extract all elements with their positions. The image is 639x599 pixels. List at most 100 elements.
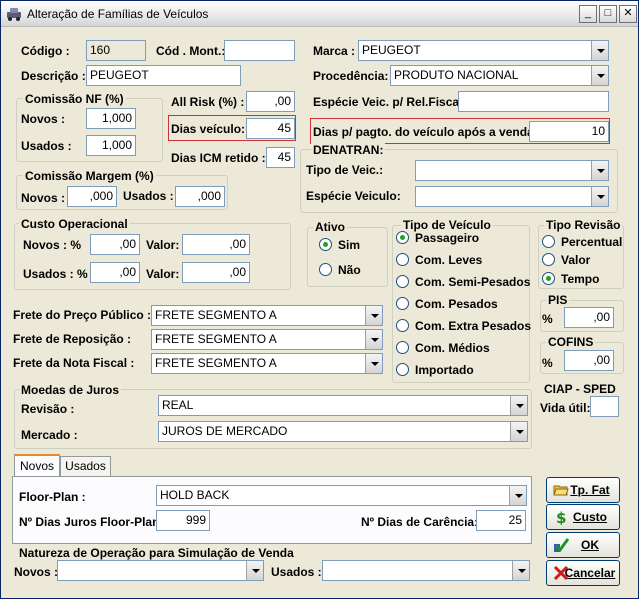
comissao-nf-usados-label: Usados : [21, 139, 72, 153]
revisao-option-label: Percentual [561, 235, 623, 249]
denatran-tipo-label: Tipo de Veic.: [306, 163, 384, 177]
custo-novos-pct-field[interactable]: ,00 [90, 234, 140, 255]
frete-preco-publico-select[interactable]: FRETE SEGMENTO A [151, 305, 383, 326]
chevron-down-icon[interactable] [510, 422, 527, 441]
pis-field[interactable]: ,00 [564, 307, 614, 328]
chevron-down-icon[interactable] [591, 161, 608, 180]
descricao-label: Descrição : [21, 69, 86, 83]
revisao-valor-radio[interactable]: Valor [542, 253, 590, 267]
tipo-leves-radio[interactable]: Com. Leves [396, 253, 482, 267]
cod-mont-field[interactable] [224, 40, 295, 61]
frete-nota-fiscal-select[interactable]: FRETE SEGMENTO A [151, 353, 383, 374]
tipo-veiculo-title: Tipo de Veículo [401, 218, 493, 232]
moedas-revisao-select[interactable]: REAL [158, 395, 528, 416]
dias-carencia-field[interactable]: 25 [476, 510, 526, 531]
radio-icon [542, 253, 555, 266]
frete-reposicao-select[interactable]: FRETE SEGMENTO A [151, 329, 383, 350]
custo-usados-valor-label: Valor: [146, 267, 180, 281]
tipo-passageiro-radio[interactable]: Passageiro [396, 231, 479, 245]
especie-fiscal-field[interactable] [458, 91, 609, 112]
tipo-revisao-title: Tipo Revisão [544, 218, 623, 232]
all-risk-field[interactable]: ,00 [246, 91, 295, 112]
tipo-option-label: Passageiro [415, 231, 480, 245]
chevron-down-icon[interactable] [512, 561, 529, 580]
tab-usados[interactable]: Usados [60, 456, 111, 476]
radio-icon [396, 341, 409, 354]
title-bar[interactable]: Alteração de Famílias de Veículos _ □ ✕ [1, 1, 638, 27]
ativo-group [307, 227, 388, 287]
maximize-button[interactable]: □ [599, 5, 617, 23]
dias-pagto-field[interactable]: 10 [529, 121, 609, 142]
revisao-tempo-radio[interactable]: Tempo [542, 272, 599, 286]
comissao-margem-novos-field[interactable]: ,000 [67, 186, 117, 207]
radio-icon [396, 297, 409, 310]
comissao-margem-usados-field[interactable]: ,000 [175, 186, 225, 207]
radio-icon [319, 263, 332, 276]
chevron-down-icon[interactable] [365, 330, 382, 349]
custo-novos-valor-field[interactable]: ,00 [182, 234, 250, 255]
chevron-down-icon[interactable] [365, 354, 382, 373]
tipo-importado-radio[interactable]: Importado [396, 363, 474, 377]
ciap-vida-field[interactable] [590, 396, 619, 417]
tipo-option-label: Importado [415, 363, 474, 377]
tipo-option-label: Com. Semi-Pesados [415, 275, 531, 289]
cancelar-button[interactable]: Cancelar [546, 560, 620, 586]
tab-novos[interactable]: Novos [14, 454, 60, 476]
custo-usados-valor-field[interactable]: ,00 [182, 262, 250, 283]
close-button[interactable]: ✕ [619, 5, 637, 23]
radio-selected-icon [319, 238, 332, 251]
tp-fat-button[interactable]: Tp. Fat [546, 477, 620, 503]
natureza-usados-select[interactable] [322, 560, 530, 581]
main-window: Alteração de Famílias de Veículos _ □ ✕ … [0, 0, 639, 599]
denatran-especie-select[interactable] [415, 186, 609, 207]
moedas-mercado-label: Mercado : [21, 428, 78, 442]
revisao-option-label: Tempo [561, 272, 600, 286]
custo-button[interactable]: $ Custo [546, 504, 620, 530]
natureza-novos-select[interactable] [57, 560, 264, 581]
ativo-sim-radio[interactable]: Sim [319, 238, 360, 252]
dias-juros-field[interactable]: 999 [156, 510, 210, 531]
marca-select[interactable]: PEUGEOT [358, 40, 609, 61]
procedencia-select[interactable]: PRODUTO NACIONAL [390, 65, 609, 86]
comissao-nf-novos-label: Novos : [21, 112, 66, 126]
dias-icm-field[interactable]: 45 [266, 147, 295, 168]
procedencia-label: Procedência: [313, 69, 389, 83]
car-icon [7, 8, 21, 21]
ativo-nao-label: Não [338, 263, 361, 277]
window-title: Alteração de Famílias de Veículos [27, 7, 209, 21]
radio-icon [396, 253, 409, 266]
ativo-nao-radio[interactable]: Não [319, 263, 361, 277]
custo-usados-pct-field[interactable]: ,00 [90, 262, 140, 283]
tipo-semi-pesados-radio[interactable]: Com. Semi-Pesados [396, 275, 530, 289]
denatran-title: DENATRAN: [311, 143, 386, 157]
chevron-down-icon[interactable] [246, 561, 263, 580]
floor-plan-select[interactable]: HOLD BACK [156, 485, 527, 506]
chevron-down-icon[interactable] [591, 41, 608, 60]
tipo-medios-radio[interactable]: Com. Médios [396, 341, 490, 355]
comissao-nf-novos-field[interactable]: 1,000 [86, 108, 136, 129]
procedencia-value: PRODUTO NACIONAL [394, 68, 519, 82]
moedas-mercado-value: JUROS DE MERCADO [162, 424, 288, 438]
comissao-nf-usados-field[interactable]: 1,000 [86, 135, 136, 156]
tipo-extra-pesados-radio[interactable]: Com. Extra Pesados [396, 319, 531, 333]
cofins-field[interactable]: ,00 [564, 350, 614, 371]
tipo-option-label: Com. Leves [415, 253, 483, 267]
frete-reposicao-label: Frete de Reposição : [13, 332, 132, 346]
radio-icon [396, 363, 409, 376]
chevron-down-icon[interactable] [365, 306, 382, 325]
revisao-percentual-radio[interactable]: Percentual [542, 235, 622, 249]
ciap-vida-label: Vida útil: [540, 401, 591, 415]
comissao-margem-usados-label: Usados : [123, 189, 174, 203]
dias-veiculo-field[interactable]: 45 [246, 118, 295, 139]
ok-button[interactable]: OK [546, 532, 620, 558]
tipo-pesados-radio[interactable]: Com. Pesados [396, 297, 498, 311]
chevron-down-icon[interactable] [591, 187, 608, 206]
denatran-tipo-select[interactable] [415, 160, 609, 181]
descricao-field[interactable]: PEUGEOT [86, 65, 241, 86]
chevron-down-icon[interactable] [509, 486, 526, 505]
chevron-down-icon[interactable] [591, 66, 608, 85]
minimize-button[interactable]: _ [579, 5, 597, 23]
chevron-down-icon[interactable] [510, 396, 527, 415]
moedas-mercado-select[interactable]: JUROS DE MERCADO [158, 421, 528, 442]
moedas-revisao-value: REAL [162, 398, 194, 412]
